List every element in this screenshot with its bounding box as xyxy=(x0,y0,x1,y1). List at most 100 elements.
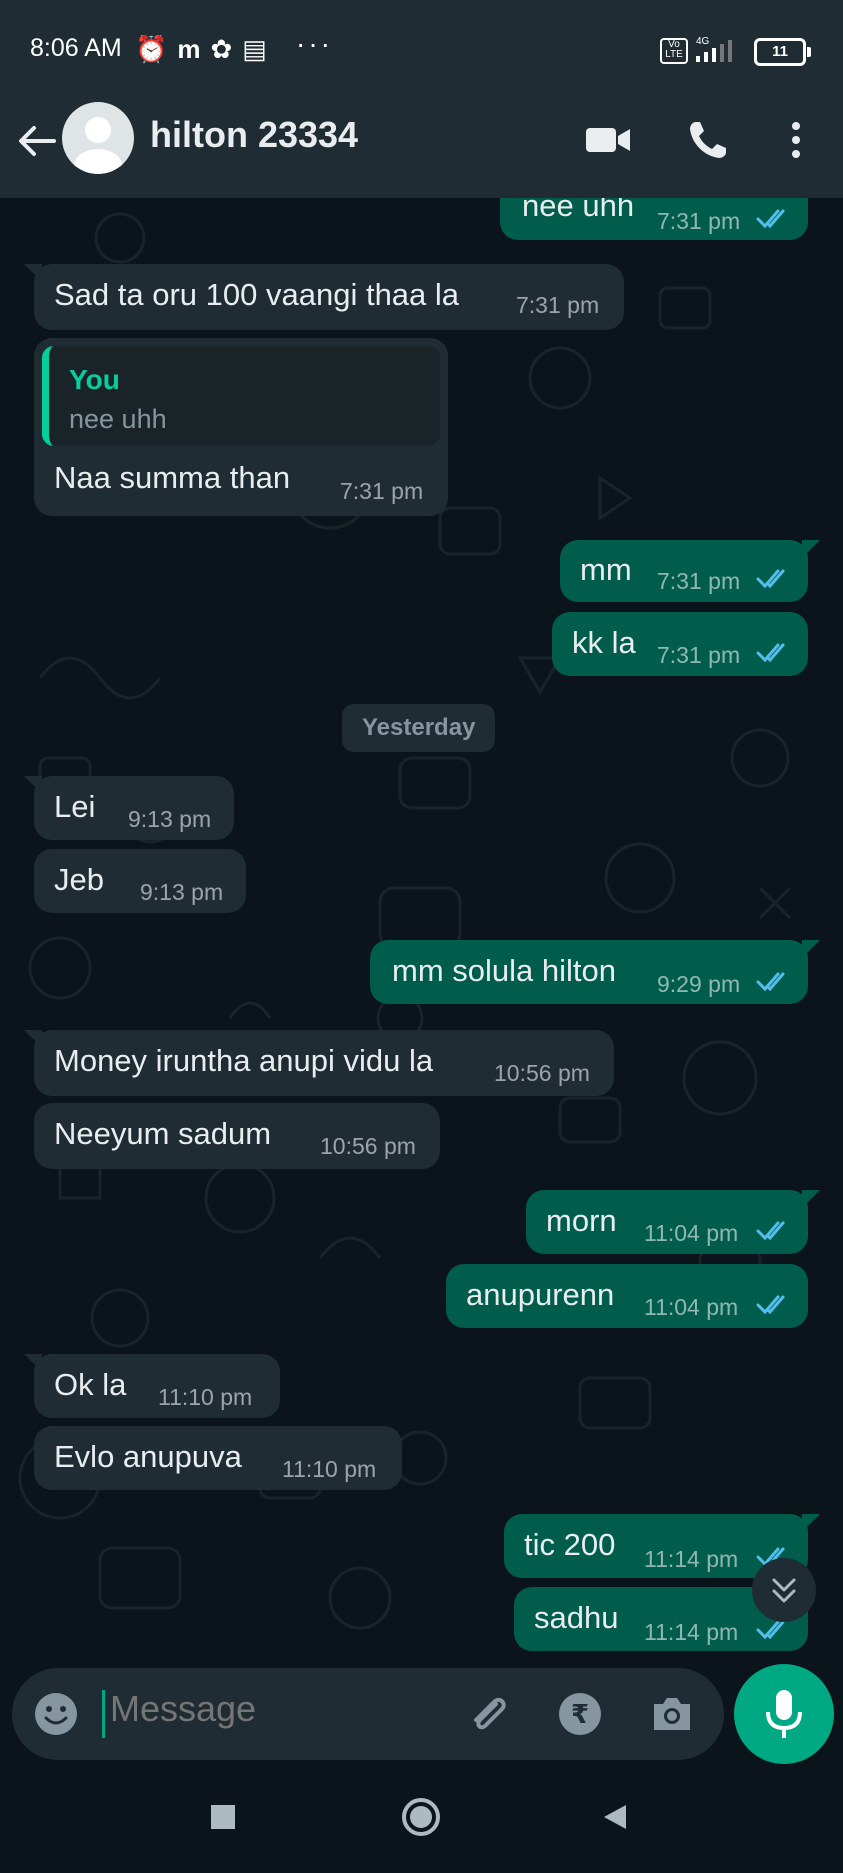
message-bubble-outgoing[interactable]: morn 11:04 pm xyxy=(526,1190,820,1254)
quoted-author: You xyxy=(69,364,120,395)
message-bubble-outgoing[interactable]: kk la 7:31 pm xyxy=(552,612,808,676)
video-call-icon[interactable] xyxy=(584,116,632,164)
network-type-label: 4G xyxy=(696,36,710,47)
alarm-icon: ⏰ xyxy=(135,34,178,64)
bubble-tail xyxy=(24,1354,42,1372)
message-text: mm solula hilton xyxy=(392,953,616,988)
message-bubble-incoming[interactable]: Neeyum sadum 10:56 pm xyxy=(34,1103,440,1169)
emoji-icon[interactable] xyxy=(32,1690,80,1738)
notes-icon: ▤ xyxy=(242,34,277,64)
message-bubble-outgoing[interactable]: anupurenn 11:04 pm xyxy=(446,1264,808,1328)
contact-name[interactable]: hilton 23334 xyxy=(150,114,358,156)
bubble-tail xyxy=(802,940,820,958)
message-time: 7:31 pm xyxy=(340,478,424,504)
message-text: morn xyxy=(546,1203,617,1238)
back-icon[interactable] xyxy=(600,1802,630,1832)
attach-icon[interactable] xyxy=(464,1690,512,1738)
rupee-payment-icon[interactable]: ₹ xyxy=(556,1690,604,1738)
chat-area[interactable]: nee uhh 7:31 pm Sad ta oru 100 vaangi th… xyxy=(0,198,843,1668)
message-time: 11:04 pm xyxy=(644,1220,739,1246)
message-time: 11:04 pm xyxy=(644,1294,739,1320)
bubble-tail xyxy=(24,776,42,794)
message-composer: ₹ xyxy=(12,1668,724,1760)
m-app-icon: m xyxy=(177,34,211,64)
more-notifications-icon: ··· xyxy=(296,28,333,59)
quoted-text: nee uhh xyxy=(69,404,167,434)
svg-text:₹: ₹ xyxy=(571,1700,589,1730)
system-nav-bar xyxy=(0,1772,843,1873)
mic-icon xyxy=(766,1690,802,1738)
message-text: sadhu xyxy=(534,1600,619,1635)
message-text: mm xyxy=(580,552,632,587)
text-cursor xyxy=(102,1690,105,1738)
message-bubble-incoming-reply[interactable]: You nee uhh Naa summa than 7:31 pm xyxy=(34,338,448,516)
message-time: 7:31 pm xyxy=(516,292,600,318)
message-time: 7:31 pm xyxy=(657,208,741,234)
volte-icon: Vo LTE xyxy=(660,38,688,64)
more-options-icon[interactable] xyxy=(772,116,820,164)
message-input[interactable] xyxy=(110,1688,440,1730)
message-bubble-incoming[interactable]: Jeb 9:13 pm xyxy=(34,849,246,913)
message-text: anupurenn xyxy=(466,1277,615,1312)
signal-icon: 4G xyxy=(696,36,732,62)
battery-level: 11 xyxy=(772,43,788,60)
bubble-tail xyxy=(802,1514,820,1532)
double-check-icon xyxy=(756,569,785,589)
message-text: Naa summa than xyxy=(54,460,291,495)
default-avatar-icon xyxy=(74,117,122,174)
message-text: Neeyum sadum xyxy=(54,1116,272,1151)
date-divider: Yesterday xyxy=(342,704,496,752)
message-time: 10:56 pm xyxy=(320,1133,416,1159)
message-text: Money iruntha anupi vidu la xyxy=(54,1043,434,1078)
message-time: 7:31 pm xyxy=(657,642,741,668)
message-time: 11:10 pm xyxy=(282,1456,377,1482)
status-notification-icons: ⏰m✿▤ xyxy=(135,34,277,65)
message-text: Jeb xyxy=(54,862,104,897)
voice-call-icon[interactable] xyxy=(684,116,732,164)
bubble-tail xyxy=(24,264,42,282)
message-text: Lei xyxy=(54,789,96,824)
double-check-icon xyxy=(756,209,785,229)
message-text: tic 200 xyxy=(524,1527,616,1562)
bubble-tail xyxy=(24,1030,42,1048)
message-bubble-incoming[interactable]: Ok la 11:10 pm xyxy=(24,1354,280,1418)
message-bubble-outgoing[interactable]: nee uhh 7:31 pm xyxy=(500,198,808,240)
message-bubble-incoming[interactable]: Evlo anupuva 11:10 pm xyxy=(34,1426,402,1490)
message-bubble-incoming[interactable]: Lei 9:13 pm xyxy=(24,776,234,840)
message-bubble-incoming[interactable]: Money iruntha anupi vidu la 10:56 pm xyxy=(24,1030,614,1096)
back-arrow-icon[interactable] xyxy=(14,118,60,164)
avatar[interactable] xyxy=(62,102,134,174)
quoted-message[interactable]: You nee uhh xyxy=(42,346,440,446)
message-text: nee uhh xyxy=(522,198,635,223)
chat-header: hilton 23334 xyxy=(0,98,843,198)
message-time: 11:10 pm xyxy=(158,1384,253,1410)
status-time: 8:06 AM xyxy=(30,34,122,62)
message-time: 9:29 pm xyxy=(657,971,741,997)
recents-icon[interactable] xyxy=(208,1802,238,1832)
scroll-to-bottom-button[interactable] xyxy=(752,1558,816,1622)
home-icon[interactable] xyxy=(400,1796,442,1838)
status-bar: 8:06 AM ⏰m✿▤ ··· Vo LTE 4G 11 xyxy=(0,0,843,98)
bubble-tail xyxy=(802,540,820,558)
camera-icon[interactable] xyxy=(648,1690,696,1738)
voice-message-button[interactable] xyxy=(734,1664,834,1764)
battery-icon: 11 xyxy=(754,38,811,66)
message-text: Sad ta oru 100 vaangi thaa la xyxy=(54,277,460,312)
message-bubble-outgoing[interactable]: mm 7:31 pm xyxy=(560,540,820,602)
message-time: 7:31 pm xyxy=(657,568,741,594)
message-time: 10:56 pm xyxy=(494,1060,590,1086)
double-check-icon xyxy=(756,1295,785,1315)
pinwheel-icon: ✿ xyxy=(210,34,243,64)
message-bubble-incoming[interactable]: Sad ta oru 100 vaangi thaa la 7:31 pm xyxy=(24,264,624,330)
double-chevron-down-icon xyxy=(772,1578,796,1603)
message-time: 11:14 pm xyxy=(644,1619,739,1645)
message-text: Evlo anupuva xyxy=(54,1439,242,1474)
message-text: Ok la xyxy=(54,1367,127,1402)
double-check-icon xyxy=(756,972,785,992)
message-time: 11:14 pm xyxy=(644,1546,739,1572)
double-check-icon xyxy=(756,1221,785,1241)
message-bubble-outgoing[interactable]: mm solula hilton 9:29 pm xyxy=(370,940,820,1004)
message-time: 9:13 pm xyxy=(140,879,224,905)
bubble-tail xyxy=(802,1190,820,1208)
message-text: kk la xyxy=(572,625,636,660)
